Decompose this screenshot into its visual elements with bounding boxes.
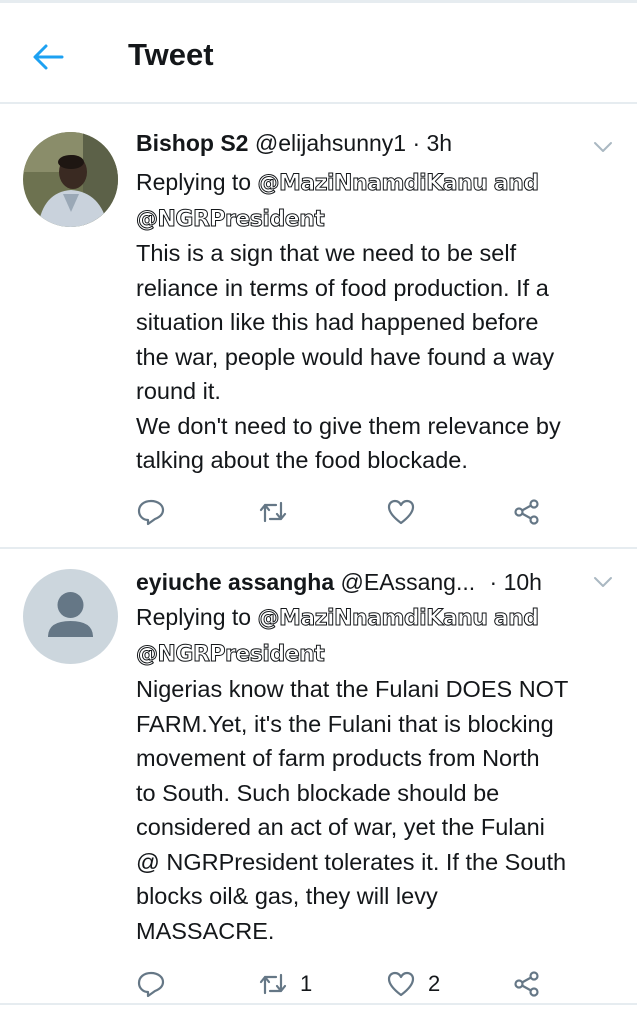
- like-icon: [387, 971, 415, 997]
- replying-to: Replying to @MaziNnamdiKanu and @NGRPres…: [135, 165, 606, 237]
- top-bar: Tweet: [0, 0, 637, 104]
- share-button[interactable]: [512, 964, 542, 1004]
- avatar[interactable]: [23, 132, 118, 227]
- display-name[interactable]: eyiuche assangha: [136, 569, 334, 595]
- page-title: Tweet: [128, 37, 214, 72]
- retweet-button[interactable]: [258, 492, 300, 532]
- tweet-actions: [0, 492, 637, 532]
- retweet-icon: [259, 973, 287, 995]
- user-handle[interactable]: @EAssang...: [341, 569, 476, 595]
- replying-to: Replying to @MaziNnamdiKanu and @NGRPres…: [135, 600, 606, 672]
- tweet-item[interactable]: Bishop S2 @elijahsunny1 · 3h Replying to…: [0, 108, 637, 548]
- display-name[interactable]: Bishop S2: [136, 130, 248, 156]
- user-handle[interactable]: @elijahsunny1: [255, 130, 406, 156]
- back-button[interactable]: [30, 39, 66, 75]
- chevron-down-icon: [594, 142, 612, 152]
- tweet-author: Bishop S2 @elijahsunny1 · 3h: [136, 128, 452, 158]
- avatar[interactable]: [23, 569, 118, 664]
- reply-button[interactable]: [136, 964, 166, 1004]
- reply-button[interactable]: [136, 492, 166, 532]
- tweet-actions: 1 2: [0, 964, 637, 1004]
- tweet-item[interactable]: eyiuche assangha @EAssang... · 10h Reply…: [0, 549, 637, 1005]
- tweet-menu-button[interactable]: [590, 569, 616, 595]
- share-icon: [514, 499, 539, 525]
- mention-and: and: [493, 606, 539, 632]
- share-button[interactable]: [512, 492, 542, 532]
- tweet-text: This is a sign that we need to be self r…: [136, 240, 561, 473]
- like-button[interactable]: [386, 492, 428, 532]
- tweet-text: Nigerias know that the Fulani DOES NOT F…: [136, 676, 569, 944]
- tweet-time: · 3h: [412, 130, 453, 156]
- tweet-author: eyiuche assangha @EAssang... · 10h: [136, 567, 542, 597]
- back-arrow-icon: [33, 44, 64, 70]
- mention-link[interactable]: @NGRPresident: [135, 642, 325, 668]
- retweet-button[interactable]: 1: [258, 964, 312, 1004]
- mention-link[interactable]: @MaziNnamdiKanu: [257, 171, 488, 197]
- mention-link[interactable]: @MaziNnamdiKanu: [257, 606, 488, 632]
- mention-link[interactable]: @NGRPresident: [135, 207, 325, 233]
- reply-icon: [137, 499, 165, 526]
- like-button[interactable]: 2: [386, 964, 440, 1004]
- like-count: 2: [428, 971, 441, 996]
- tweet-menu-button[interactable]: [590, 134, 616, 160]
- chevron-down-icon: [594, 577, 612, 587]
- reply-icon: [137, 971, 165, 998]
- replying-prefix: Replying to: [136, 604, 252, 630]
- retweet-icon: [259, 501, 287, 523]
- tweet-time: · 10h: [489, 569, 542, 595]
- like-icon: [387, 499, 415, 525]
- divider: [0, 1003, 637, 1005]
- share-icon: [514, 971, 539, 997]
- mention-and: and: [493, 171, 539, 197]
- retweet-count: 1: [300, 971, 313, 996]
- replying-prefix: Replying to: [136, 169, 252, 195]
